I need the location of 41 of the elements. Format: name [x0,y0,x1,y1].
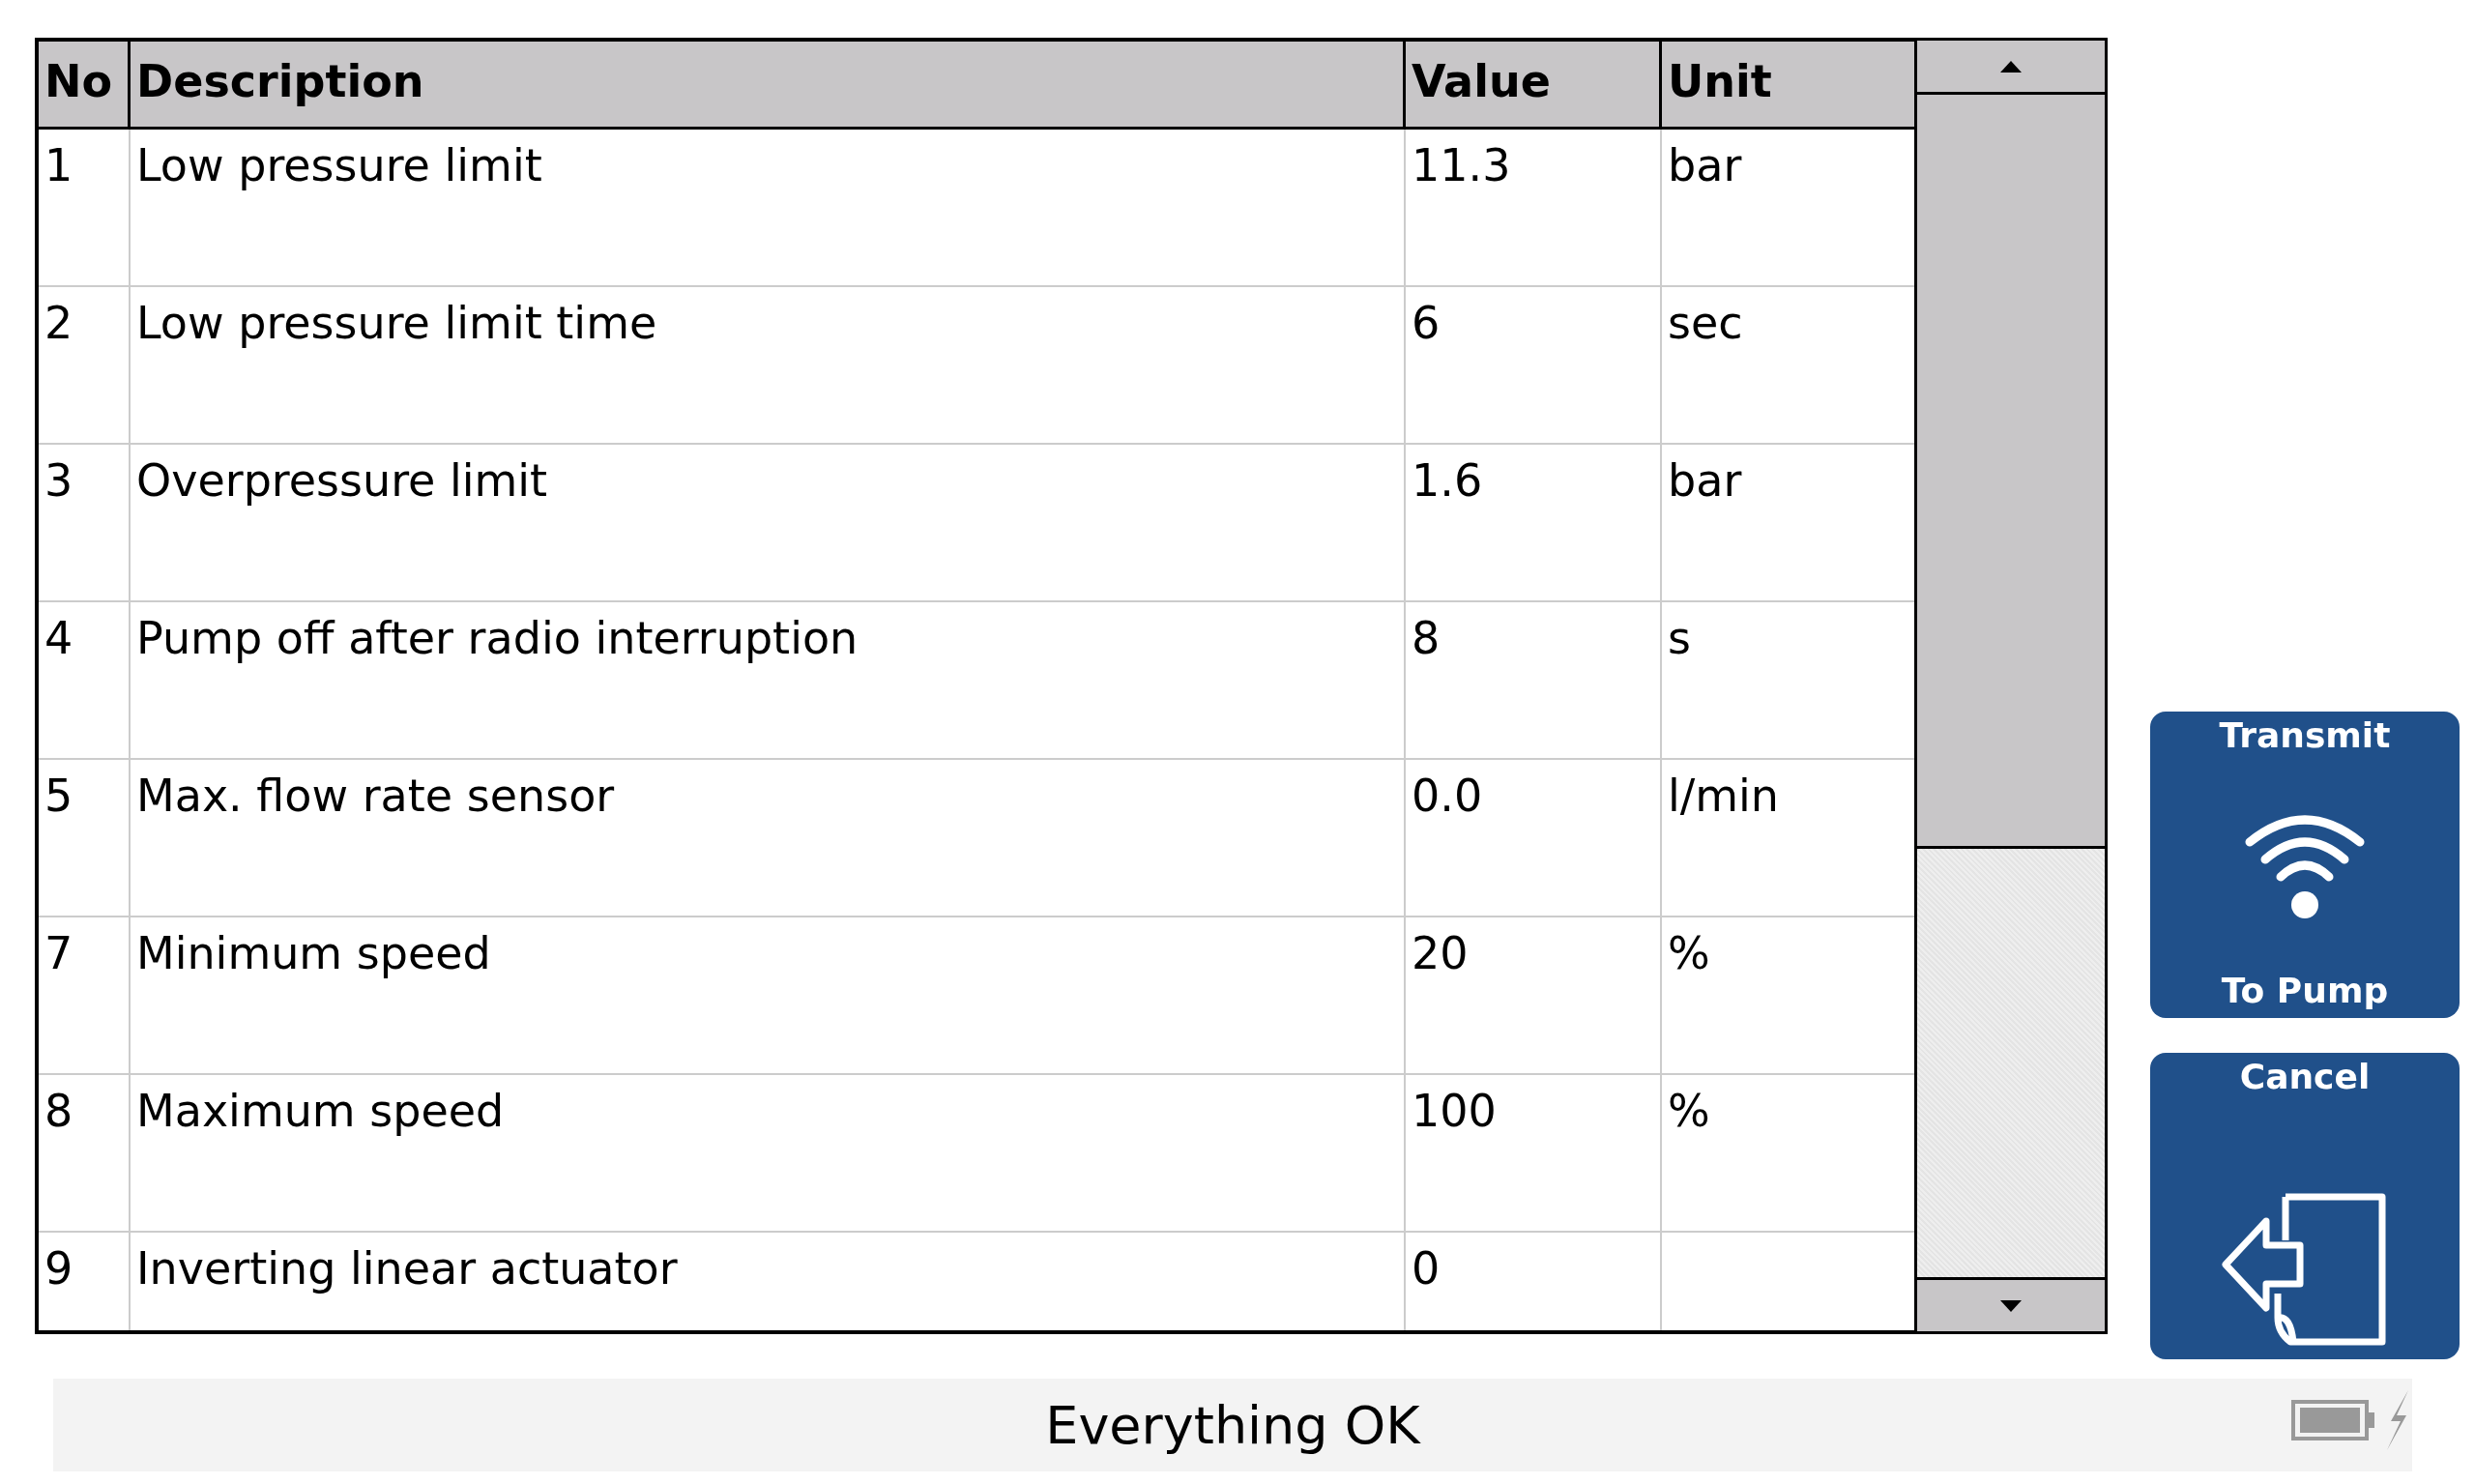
table-cell: 7 [39,917,131,1073]
scroll-thumb[interactable] [1917,95,2105,849]
table-cell: 0.0 [1406,760,1662,916]
cancel-button[interactable]: Cancel [2150,1053,2460,1359]
table-cell: Max. flow rate sensor [131,760,1406,916]
table-cell-text: % [1667,926,1711,981]
table-cell: Low pressure limit [131,130,1406,285]
table-cell-text: bar [1667,138,1743,193]
table-cell: 100 [1406,1075,1662,1231]
table-cell: 1.6 [1406,445,1662,600]
table-cell: Overpressure limit [131,445,1406,600]
table-cell: 8 [1406,602,1662,758]
table-cell: 4 [39,602,131,758]
table-cell-text: bar [1667,453,1743,509]
up-arrow-icon [1999,59,2023,73]
column-header: No [39,42,131,127]
table-cell: Pump off after radio interruption [131,602,1406,758]
table-cell: 5 [39,760,131,916]
table-cell: 11.3 [1406,130,1662,285]
table-cell-text: sec [1667,296,1744,351]
table-cell-text: l/min [1667,769,1781,824]
table-cell: 8 [39,1075,131,1231]
transmit-button[interactable]: Transmit To Pump [2150,712,2460,1018]
table-cell: 1 [39,130,131,285]
table-cell: 2 [39,287,131,443]
table-cell-text: s [1667,611,1692,666]
column-header: Value [1406,42,1662,127]
table-cell: 3 [39,445,131,600]
table-cell: Maximum speed [131,1075,1406,1231]
scrollbar[interactable] [1914,38,2108,1334]
down-arrow-icon [1999,1298,2023,1313]
scroll-up-button[interactable] [1917,41,2105,95]
column-header: Description [131,42,1406,127]
status-message: Everything OK [1045,1394,1420,1456]
column-header: Unit [1667,54,1773,109]
scroll-down-button[interactable] [1917,1277,2105,1331]
table-cell: Minimum speed [131,917,1406,1073]
table-cell: 6 [1406,287,1662,443]
table-cell-text: % [1667,1084,1711,1139]
table-cell: 20 [1406,917,1662,1073]
table-cell: Low pressure limit time [131,287,1406,443]
